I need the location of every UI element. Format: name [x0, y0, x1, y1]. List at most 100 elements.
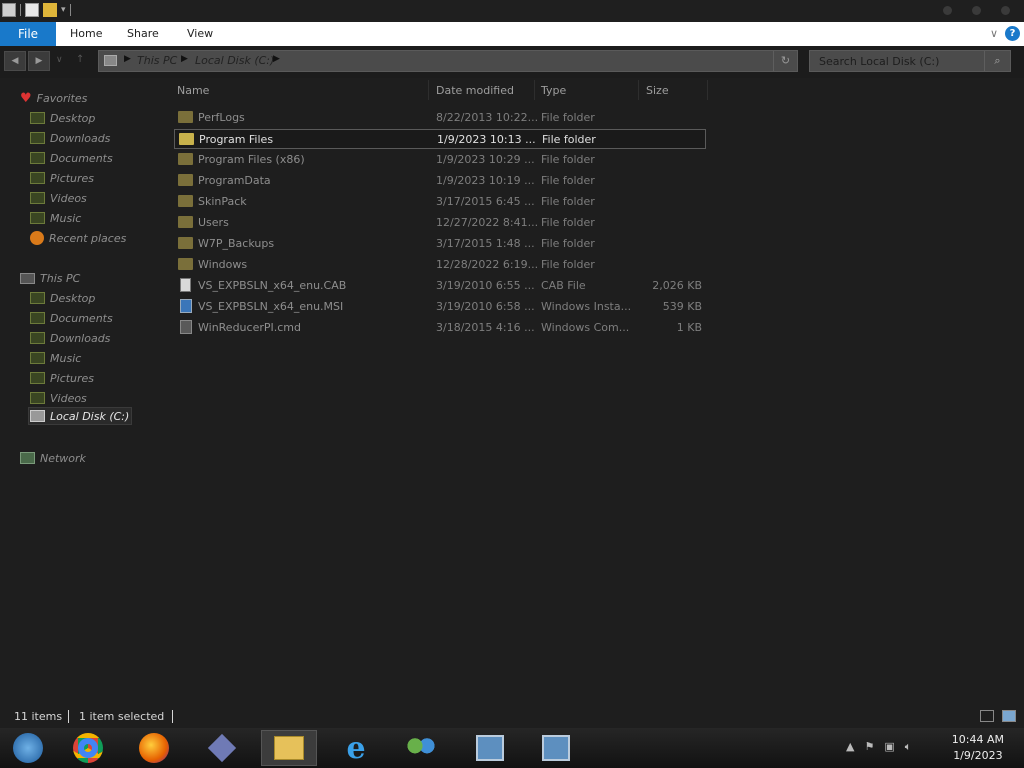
sidebar-item-pictures[interactable]: Pictures: [30, 369, 94, 387]
new-folder-icon[interactable]: [43, 3, 57, 17]
file-date: 3/19/2010 6:55 ...: [436, 279, 535, 292]
sidebar-item-documents[interactable]: Documents: [30, 309, 113, 327]
file-name: Program Files: [199, 133, 274, 146]
chevron-right-icon[interactable]: ▶: [273, 54, 280, 64]
expand-ribbon-icon[interactable]: ∨: [990, 27, 998, 40]
customize-toolbar-icon[interactable]: ▾: [61, 5, 66, 15]
maximize-button[interactable]: [972, 6, 981, 15]
column-divider[interactable]: [638, 80, 639, 100]
clock-date: 1/9/2023: [953, 749, 1003, 762]
breadcrumb-this-pc[interactable]: This PC: [137, 54, 177, 67]
pictures-icon: [30, 172, 45, 184]
sidebar-item-videos[interactable]: Videos: [30, 189, 87, 207]
action-center-flag-icon[interactable]: ⚑: [864, 740, 874, 754]
large-icons-view-icon[interactable]: [1002, 710, 1016, 722]
sidebar-item-desktop[interactable]: Desktop: [30, 289, 95, 307]
column-divider[interactable]: [534, 80, 535, 100]
table-row[interactable]: SkinPack 3/17/2015 6:45 ... File folder: [174, 192, 706, 212]
sidebar-item-music[interactable]: Music: [30, 349, 81, 367]
chevron-right-icon[interactable]: ▶: [181, 54, 188, 64]
column-header-type[interactable]: Type: [541, 84, 566, 97]
table-row[interactable]: VS_EXPBSLN_x64_enu.MSI 3/19/2010 6:58 ..…: [174, 297, 706, 317]
network-status-icon[interactable]: ▣: [884, 740, 894, 754]
heart-icon: ♥: [20, 90, 32, 106]
clock[interactable]: 10:44 AM 1/9/2023: [952, 732, 1004, 764]
table-row[interactable]: W7P_Backups 3/17/2015 1:48 ... File fold…: [174, 234, 706, 254]
sidebar-item-videos[interactable]: Videos: [30, 389, 87, 407]
sidebar-item-desktop[interactable]: Desktop: [30, 109, 95, 127]
sidebar-favorites[interactable]: ♥ Favorites: [20, 89, 87, 107]
sidebar-item-label: Favorites: [36, 91, 88, 105]
sidebar-item-pictures[interactable]: Pictures: [30, 169, 94, 187]
column-header-date[interactable]: Date modified: [436, 84, 514, 97]
sidebar-this-pc[interactable]: This PC: [20, 269, 80, 287]
sidebar-item-label: This PC: [40, 271, 81, 285]
close-button[interactable]: [1001, 6, 1010, 15]
column-divider[interactable]: [707, 80, 708, 100]
sidebar-item-downloads[interactable]: Downloads: [30, 329, 110, 347]
sidebar-item-label: Local Disk (C:): [50, 409, 130, 423]
taskbar-chrome[interactable]: [60, 730, 116, 766]
sidebar-item-local-disk[interactable]: Local Disk (C:): [30, 407, 129, 425]
help-icon[interactable]: ?: [1005, 26, 1020, 41]
taskbar-installer-2[interactable]: [528, 730, 584, 766]
column-divider[interactable]: [428, 80, 429, 100]
taskbar-users[interactable]: [393, 730, 449, 766]
sidebar-item-documents[interactable]: Documents: [30, 149, 113, 167]
sidebar-item-label: Music: [50, 211, 82, 225]
breadcrumb-local-disk[interactable]: Local Disk (C:): [195, 54, 274, 67]
sidebar-item-label: Music: [50, 351, 82, 365]
table-row[interactable]: ProgramData 1/9/2023 10:19 ... File fold…: [174, 171, 706, 191]
details-view-icon[interactable]: [980, 710, 994, 722]
table-row[interactable]: PerfLogs 8/22/2013 10:22... File folder: [174, 108, 706, 128]
table-row[interactable]: Users 12/27/2022 8:41... File folder: [174, 213, 706, 233]
videos-icon: [30, 392, 45, 404]
taskbar-internet-explorer[interactable]: e: [328, 730, 384, 766]
start-button[interactable]: [0, 730, 56, 766]
table-row[interactable]: VS_EXPBSLN_x64_enu.CAB 3/19/2010 6:55 ..…: [174, 276, 706, 296]
taskbar-firefox[interactable]: [126, 730, 182, 766]
show-hidden-icons-icon[interactable]: ▲: [846, 740, 854, 754]
chevron-right-icon[interactable]: ▶: [124, 54, 131, 64]
sidebar-item-downloads[interactable]: Downloads: [30, 129, 110, 147]
system-tray: ▲ ⚑ ▣ 🔈︎: [846, 740, 911, 754]
sidebar-item-music[interactable]: Music: [30, 209, 81, 227]
ribbon: File Home Share View ∨ ?: [0, 22, 1024, 46]
refresh-button[interactable]: ↻: [773, 51, 797, 71]
separator: [20, 4, 21, 16]
sidebar-item-recent-places[interactable]: Recent places: [30, 229, 126, 247]
sidebar-item-label: Pictures: [50, 171, 95, 185]
file-tab[interactable]: File: [0, 22, 56, 46]
tab-view[interactable]: View: [187, 22, 213, 46]
tab-home[interactable]: Home: [70, 22, 102, 46]
volume-icon[interactable]: 🔈︎: [905, 740, 912, 754]
table-row[interactable]: WinReducerPI.cmd 3/18/2015 4:16 ... Wind…: [174, 318, 706, 338]
sidebar-network[interactable]: Network: [20, 449, 86, 467]
search-box[interactable]: Search Local Disk (C:) ⌕: [809, 50, 1011, 72]
up-button[interactable]: ↑: [76, 54, 84, 65]
search-input[interactable]: Search Local Disk (C:): [819, 55, 939, 68]
taskbar-visual-studio[interactable]: [194, 730, 250, 766]
file-type: File folder: [541, 174, 595, 187]
file-date: 3/19/2010 6:58 ...: [436, 300, 535, 313]
table-row[interactable]: Program Files (x86) 1/9/2023 10:29 ... F…: [174, 150, 706, 170]
tab-share[interactable]: Share: [127, 22, 159, 46]
taskbar-file-explorer[interactable]: [261, 730, 317, 766]
music-icon: [30, 212, 45, 224]
column-header-size[interactable]: Size: [646, 84, 669, 97]
file-type: File folder: [541, 195, 595, 208]
search-icon[interactable]: ⌕: [984, 51, 1010, 71]
internet-explorer-icon: e: [346, 730, 366, 766]
taskbar-installer-1[interactable]: [462, 730, 518, 766]
forward-button[interactable]: ▶: [28, 51, 50, 71]
table-row-selected[interactable]: Program Files 1/9/2023 10:13 ... File fo…: [174, 129, 706, 149]
recent-locations-icon[interactable]: ∨: [56, 55, 63, 65]
clock-time: 10:44 AM: [951, 733, 1004, 746]
column-header-name[interactable]: Name: [177, 84, 209, 97]
minimize-button[interactable]: [943, 6, 952, 15]
address-bar[interactable]: ▶ This PC ▶ Local Disk (C:) ▶ ↻: [98, 50, 798, 72]
window-menu-icon[interactable]: [2, 3, 16, 17]
back-button[interactable]: ◀: [4, 51, 26, 71]
properties-icon[interactable]: [25, 3, 39, 17]
table-row[interactable]: Windows 12/28/2022 6:19... File folder: [174, 255, 706, 275]
